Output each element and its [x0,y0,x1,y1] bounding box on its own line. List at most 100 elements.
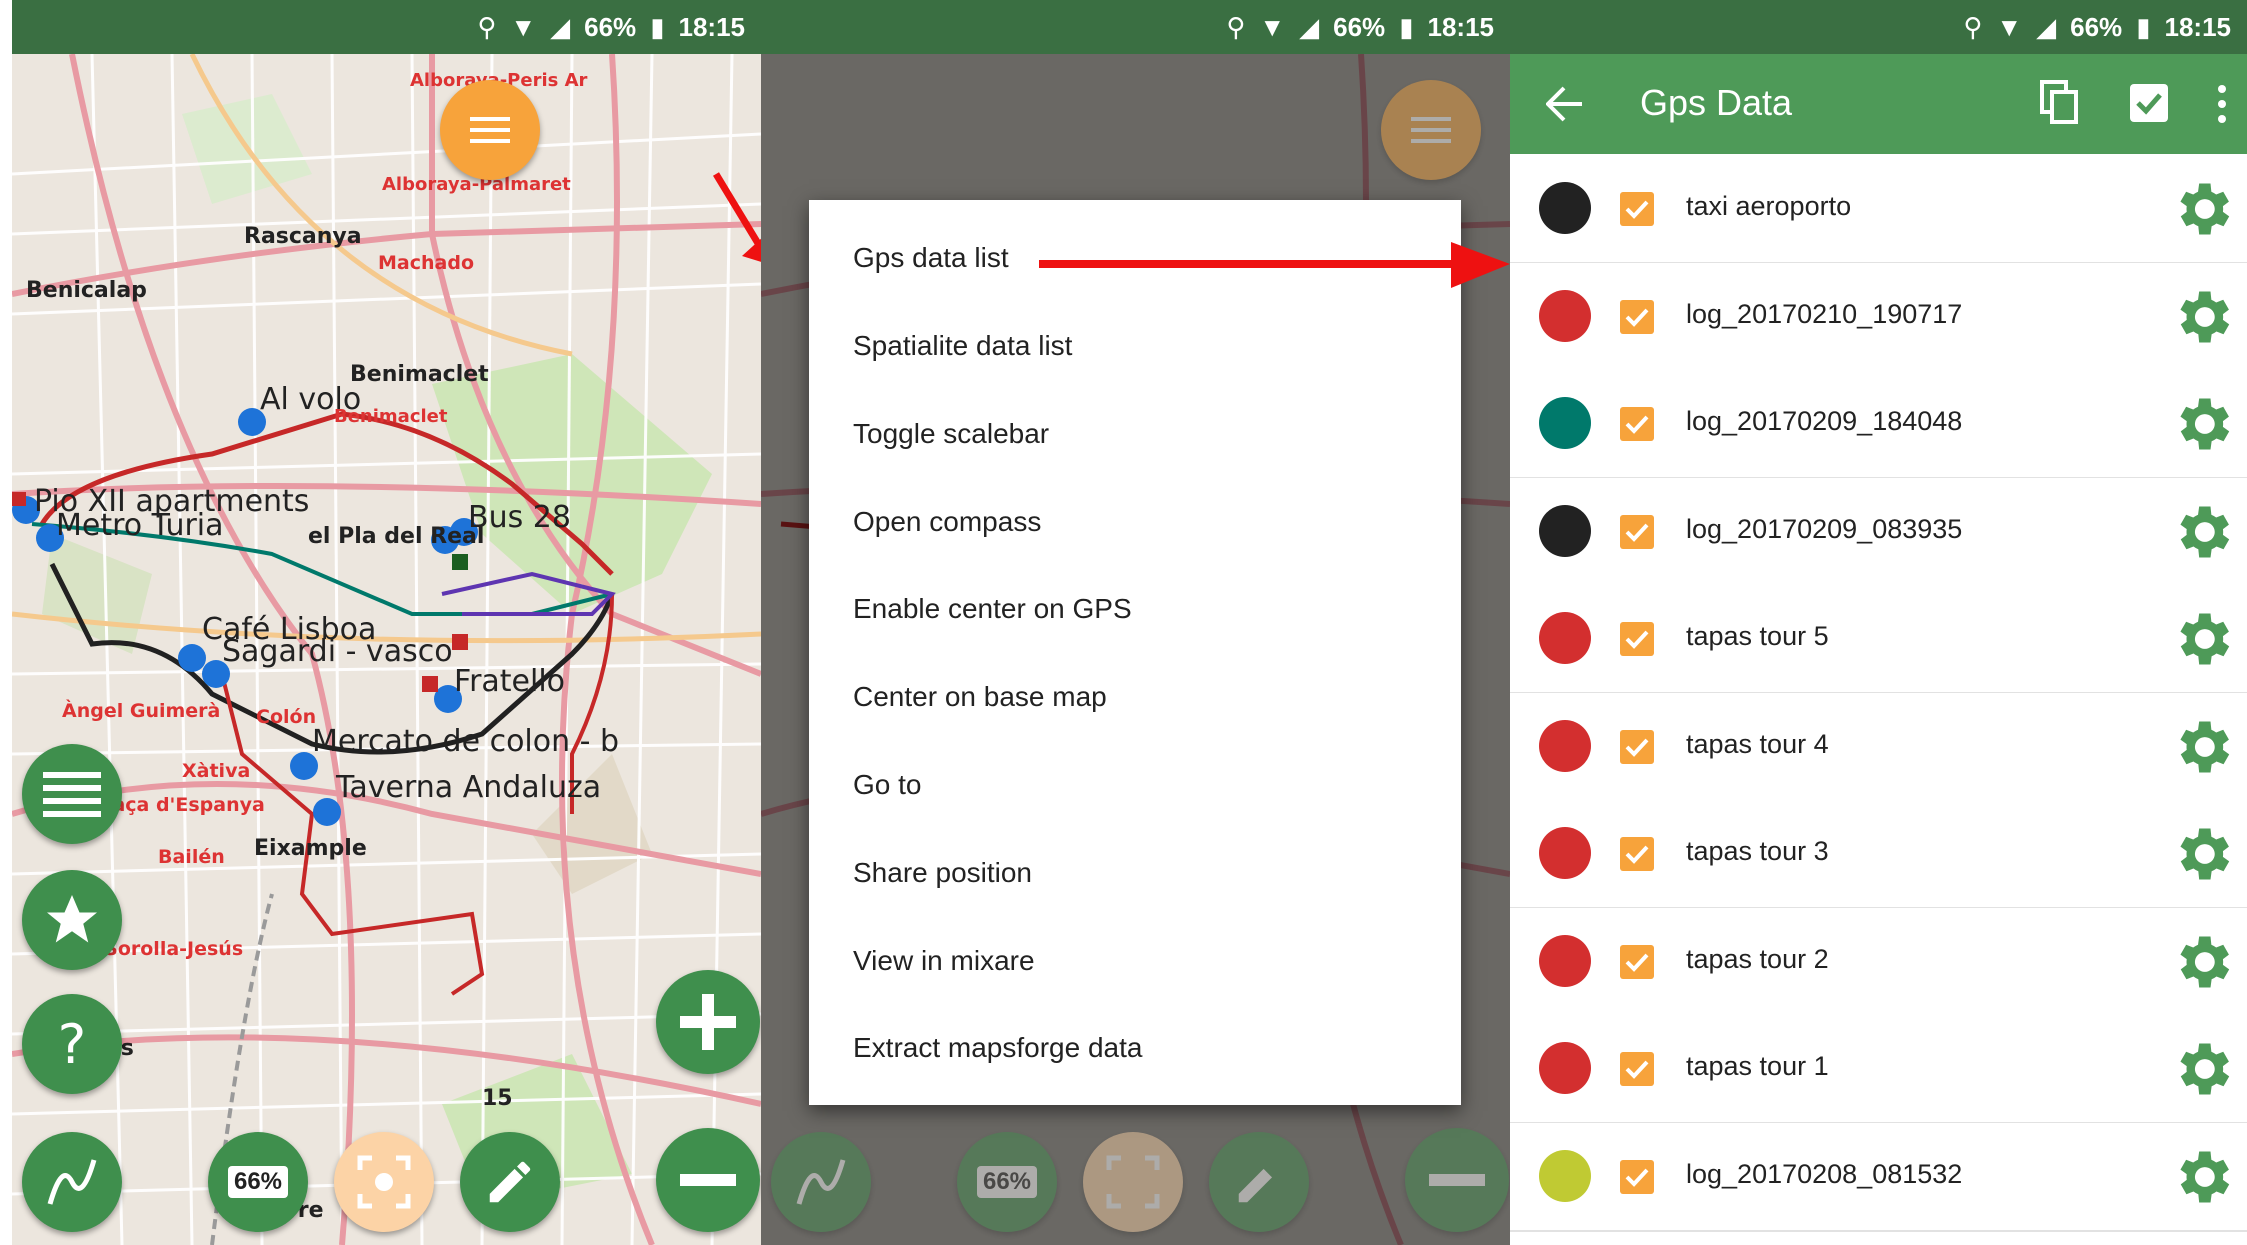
track-color-swatch[interactable] [1539,719,1591,772]
menu-item-share-position[interactable]: Share position [853,857,1032,889]
clock: 18:15 [678,11,746,42]
center-on-gps-button[interactable] [1083,1132,1183,1232]
menu-item-gps-data-list[interactable]: Gps data list [853,242,1009,274]
settings-gear-icon[interactable] [2168,1035,2236,1103]
visibility-checkbox[interactable] [1620,622,1654,656]
visibility-checkbox[interactable] [1620,514,1654,549]
battery-percent: 66% [584,11,637,42]
check-icon [1625,1060,1649,1079]
zoom-out-button[interactable] [1405,1128,1509,1232]
menu-item-view-mixare[interactable]: View in mixare [853,945,1035,977]
check-icon [1625,523,1649,542]
gps-row[interactable]: tapas tour 1 [1510,1015,2247,1124]
track-color-swatch[interactable] [1539,289,1591,342]
gps-row[interactable]: tapas tour 5 [1510,585,2247,694]
settings-gear-icon[interactable] [2168,1143,2236,1211]
visibility-checkbox[interactable] [1620,944,1654,979]
settings-gear-icon[interactable] [2168,928,2236,996]
menu-item-enable-center-gps[interactable]: Enable center on GPS [853,593,1132,625]
visibility-checkbox[interactable] [1620,407,1654,441]
settings-gear-icon[interactable] [2168,605,2236,673]
page-title: Gps Data [1640,82,1793,123]
menu-item-open-compass[interactable]: Open compass [853,506,1041,538]
track-color-swatch[interactable] [1539,934,1591,987]
settings-gear-icon[interactable] [2168,498,2236,566]
track-color-swatch[interactable] [1539,827,1591,879]
map-label: Xàtiva [182,760,251,782]
center-on-gps-button[interactable] [334,1132,434,1232]
visibility-checkbox[interactable] [1620,1052,1654,1086]
settings-gear-icon[interactable] [2168,820,2236,888]
settings-gear-icon[interactable] [2168,283,2236,351]
visibility-checkbox[interactable] [1620,729,1654,764]
menu-button[interactable] [1381,80,1481,180]
battery-indicator: 66% [957,1132,1057,1232]
curve-icon [47,1159,97,1205]
menu-item-toggle-scalebar[interactable]: Toggle scalebar [853,418,1049,450]
zoom-in-button[interactable] [656,970,760,1074]
gps-row[interactable]: tapas tour 2 [1510,907,2247,1017]
pencil-icon [489,1161,531,1203]
track-name: tapas tour 4 [1686,728,1829,759]
edit-button[interactable] [1209,1132,1309,1232]
signal-icon: ◢ [1299,11,1320,42]
check-icon [1625,1168,1649,1187]
minus-icon [680,1174,736,1186]
layers-list-button[interactable] [22,744,122,844]
gps-data-screen: ⚲ ▼ ◢ 66% ▮ 18:15 Gps Data taxi aeroport… [1510,0,2247,1245]
map-label: Rascanya [244,224,362,249]
settings-gear-icon[interactable] [2168,390,2236,458]
visibility-checkbox[interactable] [1620,299,1654,334]
track-color-swatch[interactable] [1539,397,1591,449]
edit-button[interactable] [460,1132,560,1232]
menu-screen: ⚲ ▼ ◢ 66% ▮ 18:15 66% Gps data list Spat… [761,0,1510,1245]
settings-gear-icon[interactable] [2168,713,2236,781]
zoom-out-button[interactable] [656,1128,760,1232]
clock: 18:15 [1427,11,1495,42]
overflow-menu-icon[interactable] [2216,84,2228,124]
measure-button[interactable] [771,1132,871,1232]
measure-button[interactable] [22,1132,122,1232]
track-name: log_20170210_190717 [1686,298,1963,329]
settings-gear-icon[interactable] [2168,175,2236,243]
track-color-swatch[interactable] [1539,612,1591,664]
hamburger-icon [470,117,510,143]
copy-icon[interactable] [2040,80,2078,124]
query-tool-button[interactable]: ? [22,994,122,1094]
track-color-swatch[interactable] [1539,504,1591,557]
back-arrow-icon[interactable] [1546,86,1584,122]
bookmarks-button[interactable] [22,870,122,970]
poi-label: Taverna Andaluza [336,770,602,805]
track-color-swatch[interactable] [1539,1042,1591,1094]
gps-row[interactable]: log_20170210_190717 [1510,262,2247,372]
visibility-checkbox[interactable] [1620,1159,1654,1194]
map-label: Benimaclet [334,406,448,427]
select-all-checkbox-icon[interactable] [2130,84,2168,122]
zoom-level: 15 [482,1086,513,1111]
gps-row[interactable]: log_20170208_081532 [1510,1122,2247,1232]
poi-label: Sagardi - vasco [222,634,453,669]
gps-row[interactable]: tapas tour 4 [1510,692,2247,802]
clock: 18:15 [2164,11,2232,42]
menu-item-center-base-map[interactable]: Center on base map [853,681,1107,713]
battery-percent: 66% [2070,11,2123,42]
menu-item-go-to[interactable]: Go to [853,769,921,801]
battery-icon: ▮ [1399,11,1414,42]
poi-label: Mercato de colon - b [312,724,620,759]
track-name: tapas tour 1 [1686,1051,1829,1081]
gps-row[interactable]: log_20170209_184048 [1510,370,2247,479]
hamburger-icon [1411,117,1451,143]
menu-item-extract-mapsforge[interactable]: Extract mapsforge data [853,1032,1142,1064]
visibility-checkbox[interactable] [1620,192,1654,226]
gps-row[interactable]: log_20170209_083935 [1510,477,2247,587]
menu-item-spatialite-data-list[interactable]: Spatialite data list [853,330,1072,362]
track-color-swatch[interactable] [1539,182,1591,234]
track-color-swatch[interactable] [1539,1149,1591,1202]
battery-icon: ▮ [650,11,665,42]
check-icon [1625,200,1649,219]
gps-row[interactable]: tapas tour 3 [1510,800,2247,909]
status-bar: ⚲ ▼ ◢ 66% ▮ 18:15 [1510,0,2247,54]
visibility-checkbox[interactable] [1620,837,1654,871]
gps-row[interactable]: taxi aeroporto [1510,155,2247,264]
menu-button[interactable] [440,80,540,180]
